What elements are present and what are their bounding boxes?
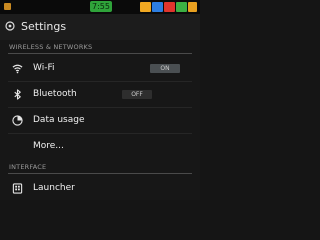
status-icon-1: [140, 2, 151, 12]
action-bar: Settings: [0, 14, 200, 40]
bluetooth-toggle[interactable]: OFF: [122, 90, 152, 99]
wifi-icon: [12, 64, 23, 74]
battery-icon: [188, 2, 197, 12]
bluetooth-label: Bluetooth: [33, 89, 77, 99]
settings-icon[interactable]: [5, 21, 15, 31]
launcher-icon: [12, 183, 23, 194]
settings-item-more[interactable]: More...: [0, 134, 200, 160]
more-label: More...: [33, 141, 64, 151]
bluetooth-icon: [14, 89, 21, 100]
section-title-wireless: WIRELESS & NETWORKS: [9, 43, 93, 51]
page-title: Settings: [21, 20, 67, 33]
settings-screen: 7:55 Settings WIRELESS & NETWORKS Wi-Fi …: [0, 0, 200, 200]
status-icon-3: [164, 2, 175, 12]
data-usage-icon: [12, 115, 23, 126]
wifi-label: Wi-Fi: [33, 63, 55, 73]
launcher-label: Launcher: [33, 183, 75, 193]
data-usage-label: Data usage: [33, 115, 85, 125]
section-divider: [8, 53, 192, 54]
settings-item-bluetooth[interactable]: Bluetooth OFF: [0, 82, 200, 108]
status-bar: 7:55: [0, 0, 200, 14]
section-header-interface: INTERFACE: [0, 161, 200, 175]
status-icon-2: [152, 2, 163, 12]
section-header-wireless: WIRELESS & NETWORKS: [0, 41, 200, 55]
section-divider: [8, 173, 192, 174]
status-clock: 7:55: [90, 1, 112, 12]
status-icon-4: [176, 2, 187, 12]
settings-item-launcher[interactable]: Launcher: [0, 176, 200, 200]
wifi-toggle[interactable]: ON: [150, 64, 180, 73]
settings-item-data-usage[interactable]: Data usage: [0, 108, 200, 134]
notification-icon: [4, 3, 11, 10]
settings-item-wifi[interactable]: Wi-Fi ON: [0, 56, 200, 82]
section-title-interface: INTERFACE: [9, 163, 47, 171]
